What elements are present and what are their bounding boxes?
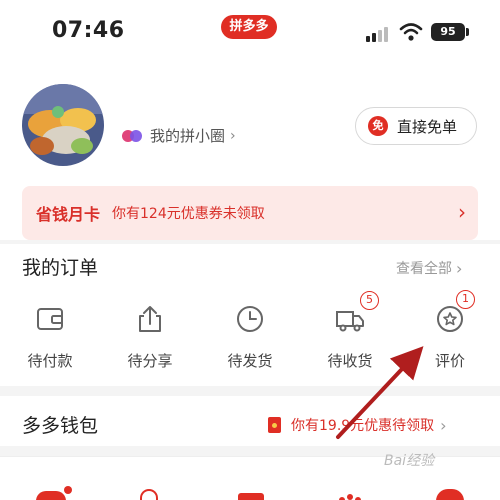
chat-tab-icon[interactable] xyxy=(238,493,264,500)
review-icon xyxy=(437,306,463,332)
video-tab-icon[interactable] xyxy=(140,489,158,500)
truck-icon xyxy=(336,311,364,332)
watermark-text: Bai经验 xyxy=(384,453,435,469)
clock-icon xyxy=(237,306,263,332)
order-pending-share[interactable]: 待分享 xyxy=(110,304,190,374)
wallet-promo-link[interactable]: 你有19.9元优惠待领取 › xyxy=(268,415,447,435)
wallet-promo-text: 你有19.9元优惠待领取 xyxy=(291,418,435,434)
category-tab-icon[interactable] xyxy=(336,489,364,500)
section-divider xyxy=(0,240,500,244)
review-count-badge: 1 xyxy=(456,290,475,309)
savings-card-title: 省钱月卡 xyxy=(36,205,101,224)
savings-card-banner[interactable]: 省钱月卡 你有124元优惠券未领取 › xyxy=(22,186,478,240)
receipt-count-badge: 5 xyxy=(360,291,379,310)
free-order-label: 直接免单 xyxy=(397,117,458,136)
battery-tip xyxy=(466,28,469,36)
home-tab-dot-icon xyxy=(64,486,72,494)
my-circle-link[interactable]: 我的拼小圈 › xyxy=(122,125,236,146)
battery-indicator: 95 xyxy=(431,23,465,41)
savings-card-description: 你有124元优惠券未领取 xyxy=(112,206,265,222)
order-item-label: 待付款 xyxy=(27,352,73,370)
share-icon xyxy=(139,306,161,332)
order-item-label: 待分享 xyxy=(127,352,173,370)
chevron-right-icon: › xyxy=(458,200,466,224)
view-all-orders-link[interactable]: 查看全部 › xyxy=(396,258,462,278)
avatar[interactable] xyxy=(22,84,104,166)
order-pending-payment[interactable]: 待付款 xyxy=(10,304,90,374)
wallet-icon xyxy=(37,308,63,330)
order-pending-shipment[interactable]: 待发货 xyxy=(210,304,290,374)
section-divider xyxy=(0,386,500,396)
order-item-label: 待发货 xyxy=(227,352,273,370)
chevron-right-icon: › xyxy=(440,415,447,435)
cellular-signal-icon xyxy=(366,26,390,42)
app-name-pill: 拼多多 xyxy=(221,15,277,39)
wifi-icon xyxy=(399,23,423,41)
circle-logo-icon xyxy=(122,128,146,144)
order-pending-receipt[interactable]: 待收货 5 xyxy=(310,291,390,374)
direct-free-order-button[interactable]: 免 直接免单 xyxy=(355,107,477,145)
status-bar: 07:46 拼多多 95 xyxy=(0,0,500,66)
chevron-right-icon: › xyxy=(230,127,236,144)
my-orders-title: 我的订单 xyxy=(22,257,99,279)
view-all-label: 查看全部 xyxy=(396,261,452,277)
status-time: 07:46 xyxy=(52,18,125,43)
order-item-label: 评价 xyxy=(434,352,465,370)
order-item-label: 待收货 xyxy=(327,352,373,370)
home-tab-icon[interactable] xyxy=(36,491,66,500)
duoduo-wallet-title: 多多钱包 xyxy=(22,415,99,437)
red-packet-icon xyxy=(268,417,281,433)
order-review[interactable]: 评价 1 xyxy=(410,290,490,374)
my-circle-label: 我的拼小圈 xyxy=(150,127,226,145)
avatar-image xyxy=(22,84,104,166)
free-coin-icon: 免 xyxy=(368,116,388,136)
profile-tab-icon[interactable] xyxy=(436,489,464,500)
chevron-right-icon: › xyxy=(456,258,463,278)
